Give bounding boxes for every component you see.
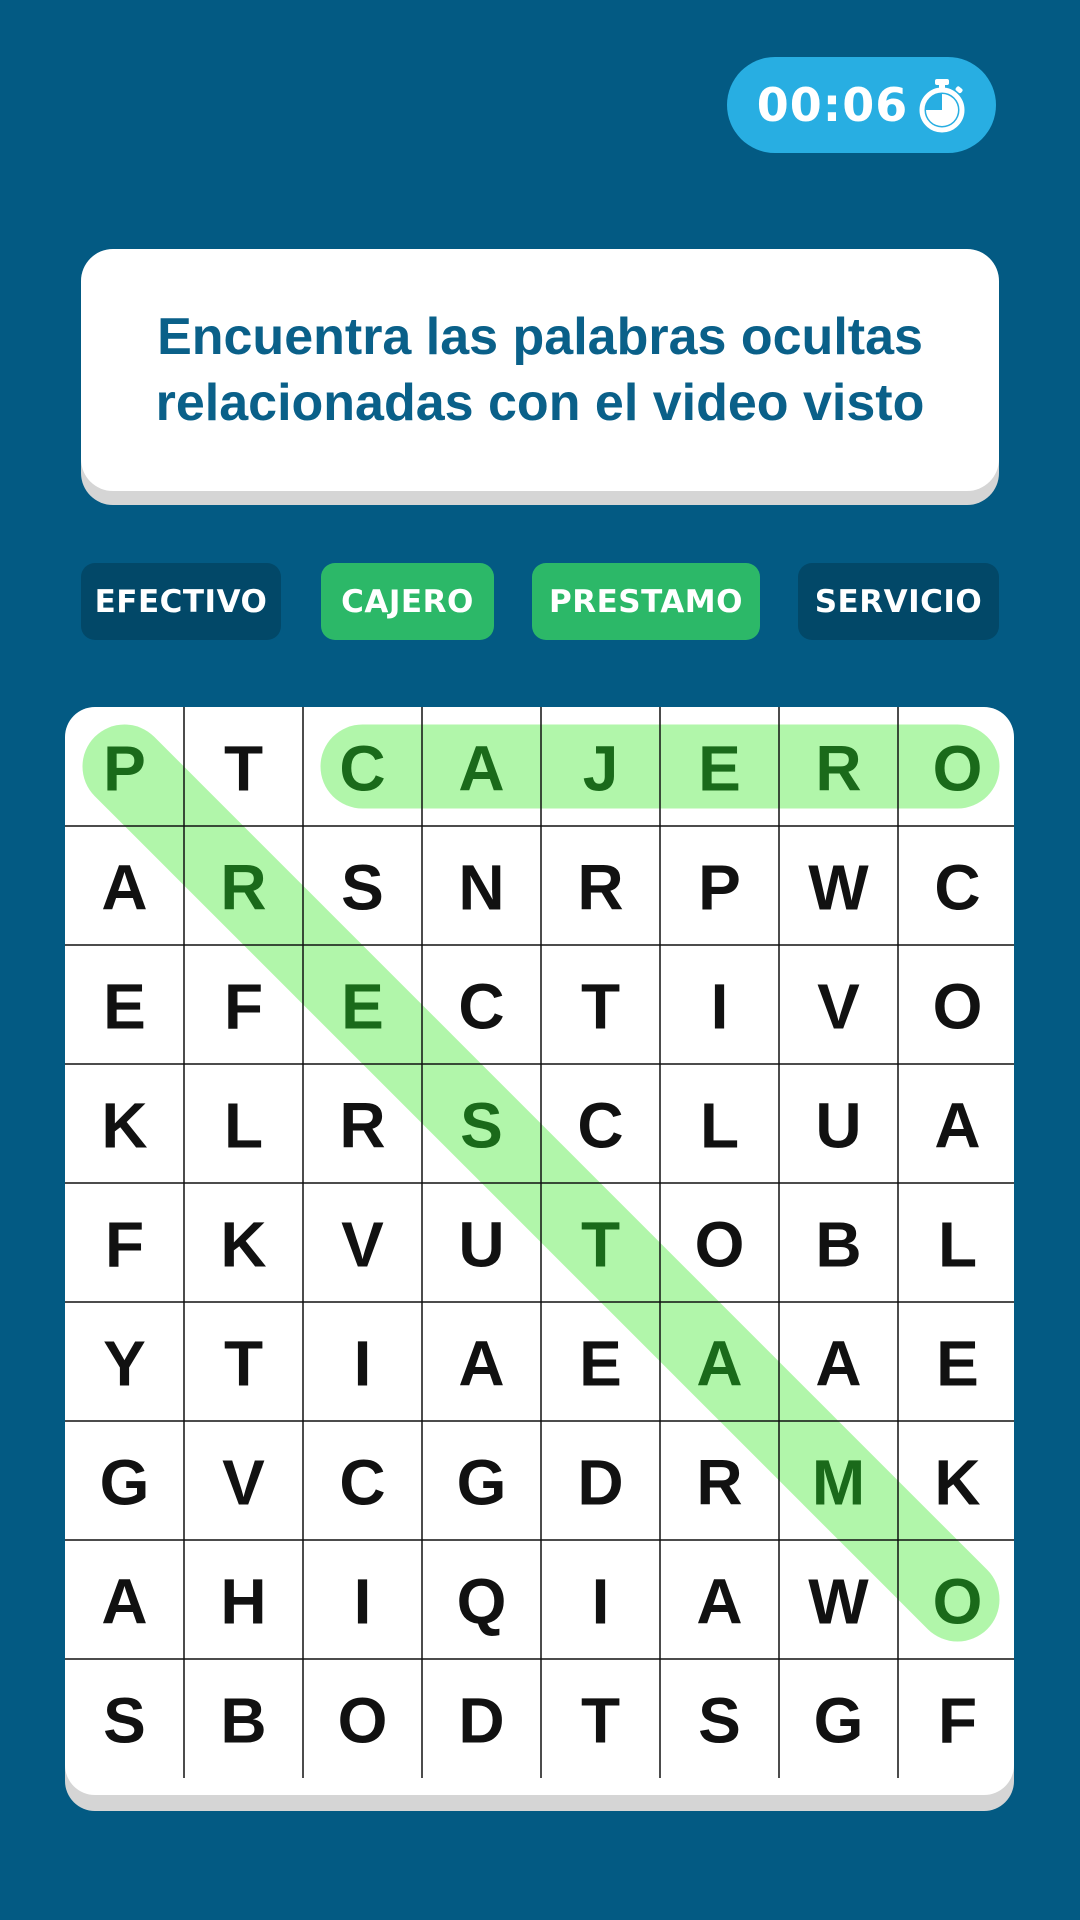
grid-cell-letter[interactable]: U [458, 1209, 504, 1281]
grid-cell-letter[interactable]: T [581, 971, 620, 1043]
grid-cell-letter[interactable]: Y [103, 1328, 146, 1400]
grid-cell-letter[interactable]: T [581, 1685, 620, 1757]
grid-cell-letter[interactable]: M [812, 1447, 865, 1519]
grid-cell-letter[interactable]: C [339, 733, 385, 805]
grid-cell-letter[interactable]: C [577, 1090, 623, 1162]
stopwatch-icon [919, 79, 965, 133]
grid-cell-letter[interactable]: H [220, 1566, 266, 1638]
timer-value: 00:06 [756, 78, 909, 132]
grid-cell-letter[interactable]: A [458, 733, 504, 805]
grid-cell-letter[interactable]: A [458, 1328, 504, 1400]
grid-cell-letter[interactable]: A [815, 1328, 861, 1400]
word-chip-prestamo: PRESTAMO [532, 563, 760, 640]
grid-cell-letter[interactable]: R [696, 1447, 742, 1519]
grid-cell-letter[interactable]: I [592, 1566, 610, 1638]
grid-cell-letter[interactable]: P [698, 852, 741, 924]
grid-cell-letter[interactable]: E [936, 1328, 979, 1400]
grid-cell-letter[interactable]: T [224, 733, 263, 805]
grid-cell-letter[interactable]: A [696, 1566, 742, 1638]
grid-cell-letter[interactable]: E [341, 971, 384, 1043]
grid-cell-letter[interactable]: P [103, 733, 146, 805]
grid-cell-letter[interactable]: D [577, 1447, 623, 1519]
grid-cell-letter[interactable]: T [224, 1328, 263, 1400]
grid-cell-letter[interactable]: L [700, 1090, 739, 1162]
word-chip-label: SERVICIO [814, 583, 983, 620]
grid-cell-letter[interactable]: C [934, 852, 980, 924]
grid-cell-letter[interactable]: L [224, 1090, 263, 1162]
word-chip-label: CAJERO [341, 583, 474, 620]
timer: 00:06 [727, 57, 996, 153]
grid-cell-letter[interactable]: W [808, 852, 869, 924]
grid-cell-letter[interactable]: E [103, 971, 146, 1043]
grid-cell-letter[interactable]: F [224, 971, 263, 1043]
word-chip-label: EFECTIVO [94, 583, 268, 620]
grid-cell-letter[interactable]: B [220, 1685, 266, 1757]
grid-cell-letter[interactable]: E [698, 733, 741, 805]
grid-cell-letter[interactable]: F [105, 1209, 144, 1281]
grid-cell-letter[interactable]: N [458, 852, 504, 924]
grid-cell-letter[interactable]: C [339, 1447, 385, 1519]
grid-cell-letter[interactable]: A [934, 1090, 980, 1162]
grid-cell-letter[interactable]: J [583, 733, 619, 805]
grid-cell-letter[interactable]: G [814, 1685, 864, 1757]
grid-cell-letter[interactable]: S [698, 1685, 741, 1757]
grid-cell-letter[interactable]: V [341, 1209, 384, 1281]
grid-cell-letter[interactable]: W [808, 1566, 869, 1638]
grid-cell-letter[interactable]: O [933, 1566, 983, 1638]
word-search-board[interactable]: PTCAJEROARSNRPWCEFECTIVOKLRSCLUAFKVUTOBL… [65, 707, 1014, 1795]
grid-cell-letter[interactable]: K [220, 1209, 266, 1281]
grid-cell-letter[interactable]: S [103, 1685, 146, 1757]
word-chip-cajero: CAJERO [321, 563, 494, 640]
grid-cell-letter[interactable]: B [815, 1209, 861, 1281]
grid-cell-letter[interactable]: S [341, 852, 384, 924]
grid-cell-letter[interactable]: V [222, 1447, 265, 1519]
grid-cell-letter[interactable]: L [938, 1209, 977, 1281]
grid-cell-letter[interactable]: G [100, 1447, 150, 1519]
grid-cell-letter[interactable]: V [817, 971, 860, 1043]
grid-cell-letter[interactable]: I [711, 971, 729, 1043]
grid-cell-letter[interactable]: O [338, 1685, 388, 1757]
grid-cell-letter[interactable]: I [354, 1328, 372, 1400]
grid-cell-letter[interactable]: K [101, 1090, 147, 1162]
grid-cell-letter[interactable]: O [695, 1209, 745, 1281]
grid-cell-letter[interactable]: K [934, 1447, 980, 1519]
grid-cell-letter[interactable]: E [579, 1328, 622, 1400]
grid-cell-letter[interactable]: F [938, 1685, 977, 1757]
word-chip-servicio: SERVICIO [798, 563, 999, 640]
grid-cell-letter[interactable]: G [457, 1447, 507, 1519]
grid-cell-letter[interactable]: O [933, 971, 983, 1043]
grid-cell-letter[interactable]: R [815, 733, 861, 805]
letter-grid[interactable]: P T C A J E R OA R S N R P W CE F E C T I V OK L R S C L U AF K V U T O B L… [65, 707, 1014, 1779]
grid-cell-letter[interactable]: S [460, 1090, 503, 1162]
grid-cell-letter[interactable]: R [220, 852, 266, 924]
grid-cell-letter[interactable]: Q [457, 1566, 507, 1638]
instructions-card: Encuentra las palabras ocultas relaciona… [81, 249, 999, 491]
grid-cell-letter[interactable]: A [101, 1566, 147, 1638]
grid-cell-letter[interactable]: R [577, 852, 623, 924]
grid-cell-letter[interactable]: A [101, 852, 147, 924]
word-chip-efectivo: EFECTIVO [81, 563, 281, 640]
grid-cell-letter[interactable]: O [933, 733, 983, 805]
grid-cell-letter[interactable]: T [581, 1209, 620, 1281]
word-chip-label: PRESTAMO [548, 583, 744, 620]
grid-cell-letter[interactable]: C [458, 971, 504, 1043]
grid-cell-letter[interactable]: U [815, 1090, 861, 1162]
grid-cell-letter[interactable]: A [696, 1328, 742, 1400]
grid-cell-letter[interactable]: D [458, 1685, 504, 1757]
grid-cell-letter[interactable]: I [354, 1566, 372, 1638]
instructions-text: Encuentra las palabras ocultas relaciona… [155, 308, 925, 432]
grid-cell-letter[interactable]: R [339, 1090, 385, 1162]
